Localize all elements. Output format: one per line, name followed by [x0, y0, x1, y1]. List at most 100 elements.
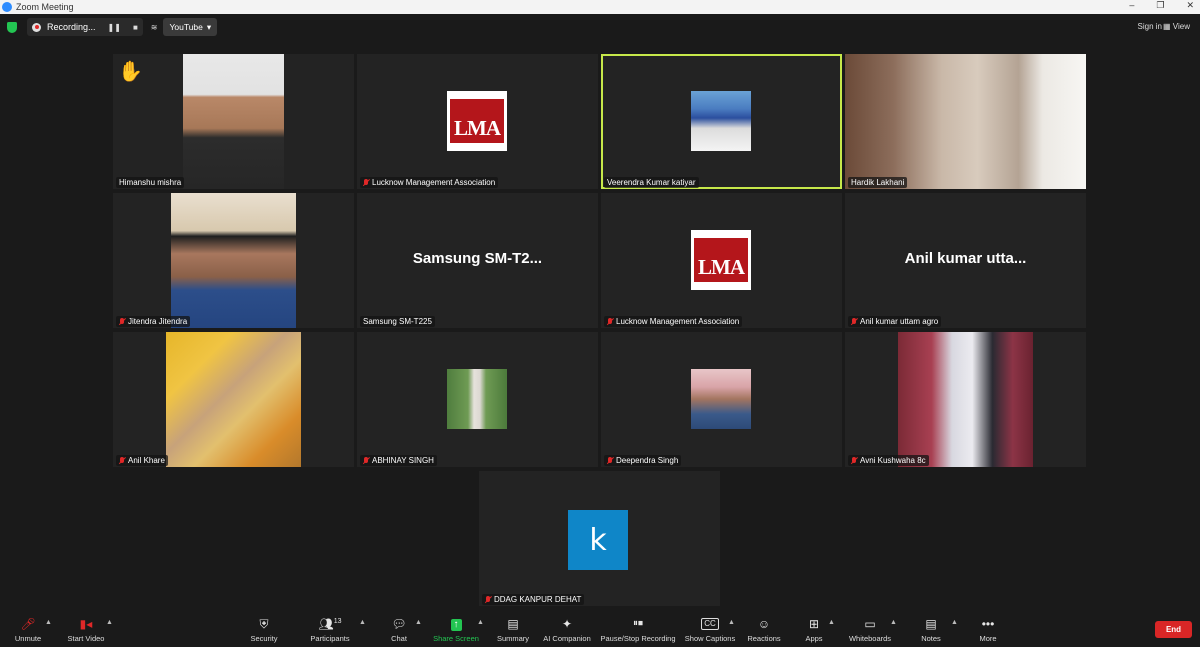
video-tile[interactable]: Jitendra Jitendra — [113, 193, 354, 328]
participant-name-tag: Lucknow Management Association — [360, 177, 499, 188]
participant-name-tag: Lucknow Management Association — [604, 316, 743, 327]
participant-name-tag: Hardik Lakhani — [848, 177, 908, 188]
share-screen-button[interactable]: ↑ Share Screen — [432, 611, 480, 647]
video-tile[interactable]: Samsung SM-T2... Samsung SM-T225 — [357, 193, 598, 328]
video-tile[interactable]: Anil Khare — [113, 332, 354, 467]
more-label: More — [979, 634, 997, 643]
security-shield-icon[interactable] — [7, 21, 17, 33]
unmute-button[interactable]: 🎤︎ Unmute — [10, 611, 46, 647]
ai-companion-button[interactable]: ✦ AI Companion — [540, 611, 594, 647]
lma-logo: LMA — [691, 230, 751, 290]
captions-options-chevron-icon[interactable]: ▲ — [728, 619, 735, 626]
participant-name-tag: Jitendra Jitendra — [116, 316, 191, 327]
participant-count: 13 — [333, 618, 342, 625]
stop-recording-icon[interactable]: ■ — [133, 23, 138, 32]
start-video-button[interactable]: ▮◂ Start Video — [64, 611, 108, 647]
video-tile[interactable]: LMA Lucknow Management Association — [357, 54, 598, 189]
participant-name: Hardik Lakhani — [851, 178, 905, 187]
whiteboards-options-chevron-icon[interactable]: ▲ — [890, 619, 897, 626]
share-options-chevron-icon[interactable]: ▲ — [477, 619, 484, 626]
minimize-button[interactable]: – — [1129, 0, 1134, 11]
video-tile[interactable]: Anil kumar utta... Anil kumar uttam agro — [845, 193, 1086, 328]
ai-companion-label: AI Companion — [543, 634, 591, 643]
video-tile[interactable]: Hardik Lakhani — [845, 54, 1086, 189]
participant-name: Jitendra Jitendra — [128, 317, 188, 326]
more-button[interactable]: ••• More — [975, 611, 1001, 647]
participant-name: DDAG KANPUR DEHAT — [494, 595, 582, 604]
recording-indicator[interactable]: Recording... ❚❚ ■ — [27, 18, 143, 36]
participant-name: Anil kumar uttam agro — [860, 317, 939, 326]
view-button[interactable]: ▦ View — [1163, 22, 1190, 31]
participants-options-chevron-icon[interactable]: ▲ — [359, 619, 366, 626]
video-tile-active-speaker[interactable]: Veerendra Kumar katiyar — [601, 54, 842, 189]
raised-hand-icon: ✋ — [118, 61, 143, 83]
participant-video — [183, 54, 284, 189]
participant-video — [166, 332, 301, 467]
muted-mic-icon — [607, 456, 613, 465]
video-options-chevron-icon[interactable]: ▲ — [106, 619, 113, 626]
chat-button[interactable]: 💬︎ Chat — [386, 611, 412, 647]
summary-label: Summary — [496, 634, 530, 643]
participant-video — [898, 332, 1033, 467]
live-stream-icon[interactable]: ≋ — [151, 23, 158, 32]
lma-logo-mark: LMA — [450, 99, 504, 143]
restore-button[interactable]: ❐ — [1156, 0, 1164, 11]
security-button[interactable]: ⛨ Security — [246, 611, 282, 647]
participant-video — [691, 369, 751, 429]
muted-mic-icon — [119, 456, 125, 465]
apps-button[interactable]: ⊞ Apps — [800, 611, 828, 647]
muted-mic-icon — [119, 317, 125, 326]
participant-name: Avni Kushwaha 8c — [860, 456, 926, 465]
video-tile[interactable]: Deependra Singh — [601, 332, 842, 467]
participant-display-name: Samsung SM-T2... — [412, 250, 543, 267]
participant-name: Samsung SM-T225 — [363, 317, 432, 326]
video-tile[interactable]: ABHINAY SINGH — [357, 332, 598, 467]
whiteboards-button[interactable]: ▭ Whiteboards — [846, 611, 894, 647]
participant-video — [171, 193, 296, 328]
participant-name-tag: Veerendra Kumar katiyar — [604, 177, 699, 188]
sign-in-link[interactable]: Sign in — [1138, 22, 1162, 31]
chat-options-chevron-icon[interactable]: ▲ — [415, 619, 422, 626]
audio-options-chevron-icon[interactable]: ▲ — [45, 619, 52, 626]
shield-icon: ⛨ — [259, 617, 269, 631]
reactions-label: Reactions — [747, 634, 781, 643]
participants-button[interactable]: 👥︎13 Participants — [308, 611, 352, 647]
window-title: Zoom Meeting — [16, 2, 74, 12]
youtube-stream-dropdown[interactable]: YouTube ▾ — [163, 18, 218, 36]
view-label: View — [1172, 22, 1190, 31]
reactions-button[interactable]: ☺ Reactions — [745, 611, 783, 647]
window-titlebar: Zoom Meeting – ❐ ✕ — [0, 0, 1200, 14]
chat-bubble-icon: 💬︎ — [391, 617, 407, 631]
notes-icon: ▤ — [925, 617, 937, 631]
summary-button[interactable]: ▤ Summary — [494, 611, 532, 647]
video-tile[interactable]: LMA Lucknow Management Association — [601, 193, 842, 328]
meeting-toolbar: 🎤︎ Unmute ▲ ▮◂ Start Video ▲ ⛨ Security … — [0, 611, 1200, 647]
end-meeting-button[interactable]: End — [1155, 621, 1192, 638]
lma-logo-mark: LMA — [694, 238, 748, 282]
muted-mic-icon — [363, 178, 369, 187]
zoom-logo-icon — [2, 2, 12, 12]
video-tile[interactable]: ✋ Himanshu mishra — [113, 54, 354, 189]
pause-stop-recording-button[interactable]: ⏸︎⏹︎ Pause/Stop Recording — [598, 611, 678, 647]
participant-name-tag: ABHINAY SINGH — [360, 455, 437, 466]
participant-name: Himanshu mishra — [119, 178, 182, 187]
muted-mic-icon — [363, 456, 369, 465]
video-tile[interactable]: Avni Kushwaha 8c — [845, 332, 1086, 467]
pause-recording-icon[interactable]: ❚❚ — [108, 23, 121, 32]
participant-name: Deependra Singh — [616, 456, 679, 465]
notes-button[interactable]: ▤ Notes — [917, 611, 945, 647]
participant-name-tag: Himanshu mishra — [116, 177, 185, 188]
show-captions-button[interactable]: CC Show Captions — [683, 611, 737, 647]
muted-mic-icon — [607, 317, 613, 326]
participant-display-name: Anil kumar utta... — [904, 250, 1027, 267]
recording-icon — [32, 22, 41, 32]
participant-name-tag: Anil Khare — [116, 455, 168, 466]
apps-options-chevron-icon[interactable]: ▲ — [828, 619, 835, 626]
youtube-label: YouTube — [169, 22, 203, 32]
more-dots-icon: ••• — [981, 617, 995, 631]
video-tile[interactable]: k DDAG KANPUR DEHAT — [479, 471, 720, 606]
close-button[interactable]: ✕ — [1186, 0, 1194, 11]
participant-name: Lucknow Management Association — [372, 178, 496, 187]
participant-name-tag: Anil kumar uttam agro — [848, 316, 942, 327]
notes-options-chevron-icon[interactable]: ▲ — [951, 619, 958, 626]
